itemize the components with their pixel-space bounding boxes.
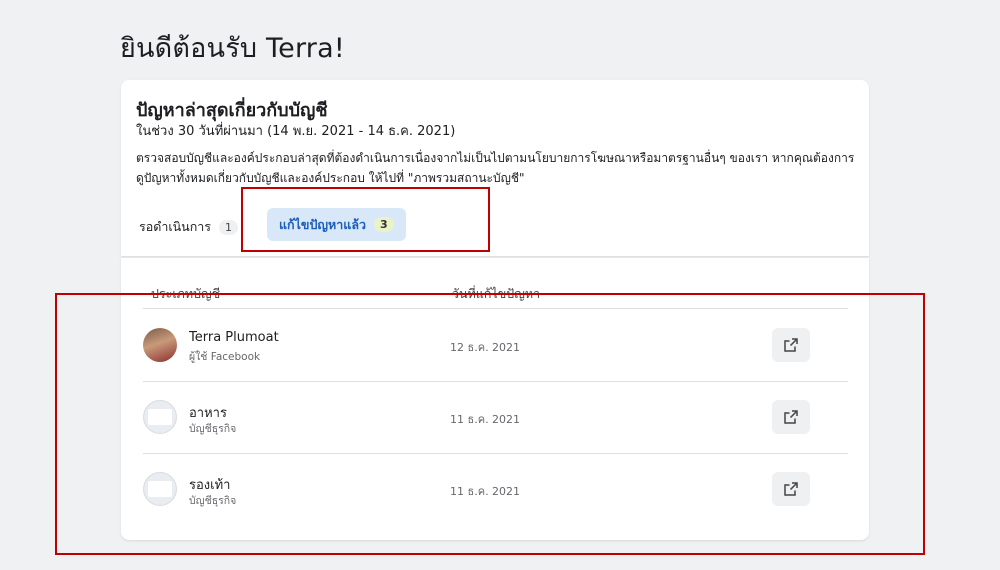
card-description: ตรวจสอบบัญชีและองค์ประกอบล่าสุดที่ต้องดำ… bbox=[136, 151, 855, 185]
card-date-range: ในช่วง 30 วันที่ผ่านมา (14 พ.ย. 2021 - 1… bbox=[136, 124, 456, 139]
annotation-highlight-table bbox=[55, 293, 925, 555]
tab-pending[interactable]: รอดำเนินการ 1 bbox=[139, 212, 239, 242]
issues-card-header: ปัญหาล่าสุดเกี่ยวกับบัญชี ในช่วง 30 วันท… bbox=[121, 80, 869, 256]
tab-pending-label: รอดำเนินการ bbox=[139, 219, 212, 234]
annotation-highlight-tab bbox=[241, 187, 490, 252]
page-title: ยินดีต้อนรับ Terra! bbox=[120, 33, 345, 64]
tab-pending-count: 1 bbox=[219, 219, 239, 235]
